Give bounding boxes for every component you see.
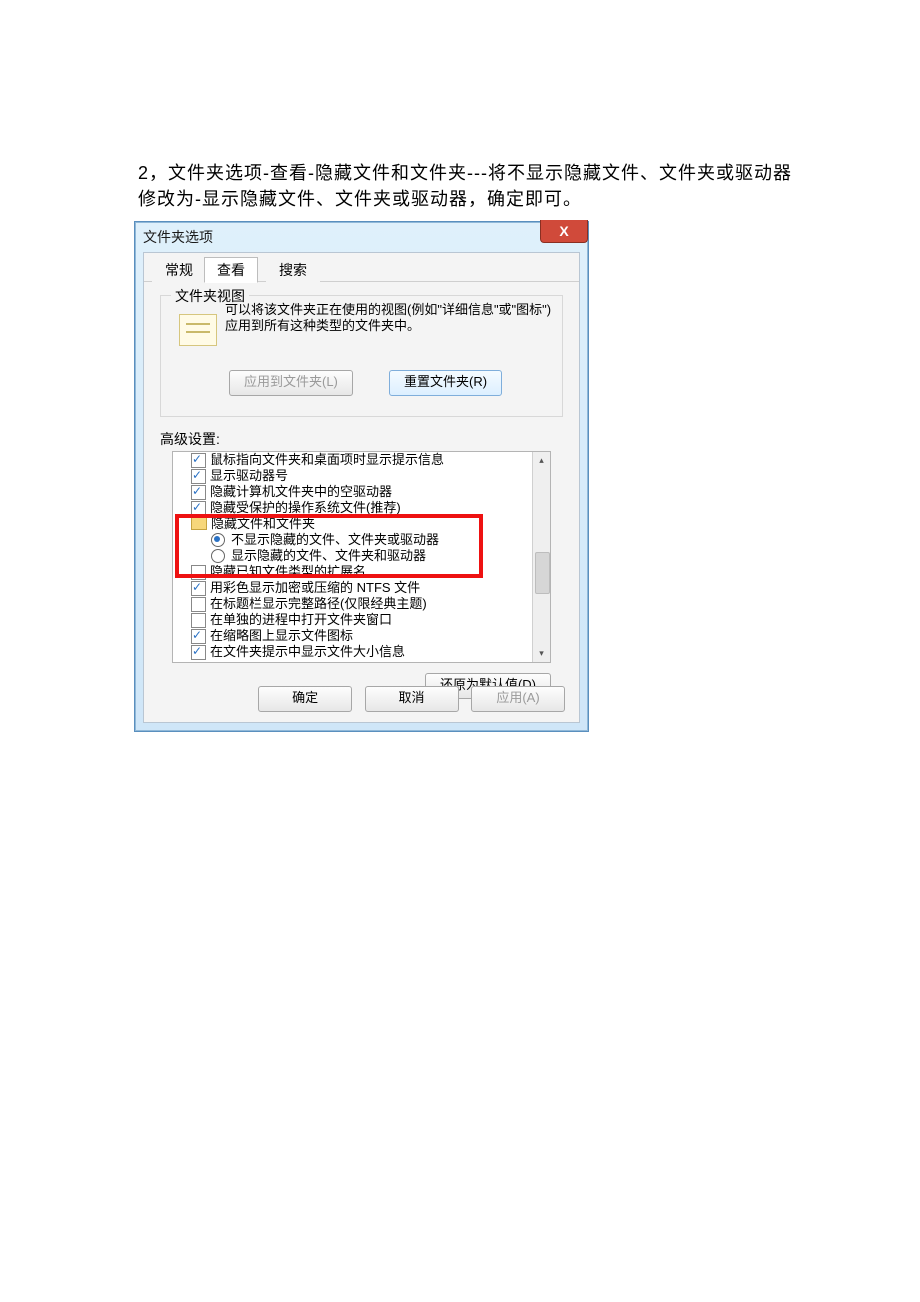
checkbox-icon[interactable] bbox=[191, 581, 206, 596]
tab-search[interactable]: 搜索 bbox=[266, 257, 320, 282]
radio-option-show[interactable]: 显示隐藏的文件、文件夹和驱动器 bbox=[173, 548, 532, 564]
tab-general[interactable]: 常规 bbox=[152, 257, 206, 282]
item-label: 在单独的进程中打开文件夹窗口 bbox=[210, 612, 392, 628]
item-label: 不显示隐藏的文件、文件夹或驱动器 bbox=[231, 532, 439, 548]
scroll-down-icon[interactable]: ▾ bbox=[533, 645, 550, 662]
radio-option-hide[interactable]: 不显示隐藏的文件、文件夹或驱动器 bbox=[173, 532, 532, 548]
list-item-group[interactable]: 隐藏文件和文件夹 bbox=[173, 516, 532, 532]
radio-icon[interactable] bbox=[211, 549, 225, 563]
checkbox-icon[interactable] bbox=[191, 469, 206, 484]
apply-to-folders-button[interactable]: 应用到文件夹(L) bbox=[229, 370, 353, 396]
item-label: 隐藏已知文件类型的扩展名 bbox=[210, 564, 366, 580]
checkbox-icon[interactable] bbox=[191, 453, 206, 468]
list-item[interactable]: 在单独的进程中打开文件夹窗口 bbox=[173, 612, 532, 628]
item-label: 用彩色显示加密或压缩的 NTFS 文件 bbox=[210, 580, 420, 596]
dialog-body: 常规 查看 搜索 文件夹视图 可以将该文件夹正在使用的视图(例如"详细信息"或"… bbox=[143, 252, 580, 723]
folder-views-description: 可以将该文件夹正在使用的视图(例如"详细信息"或"图标")应用到所有这种类型的文… bbox=[225, 302, 552, 334]
titlebar[interactable]: 文件夹选项 X bbox=[135, 222, 588, 250]
apply-button[interactable]: 应用(A) bbox=[471, 686, 565, 712]
folder-options-dialog: 文件夹选项 X 常规 查看 搜索 文件夹视图 可以将该文件夹正在使用的视图(例如… bbox=[134, 221, 589, 732]
list-item[interactable]: 显示驱动器号 bbox=[173, 468, 532, 484]
item-label: 隐藏文件和文件夹 bbox=[211, 516, 315, 532]
item-label: 在标题栏显示完整路径(仅限经典主题) bbox=[210, 596, 427, 612]
scroll-up-icon[interactable]: ▴ bbox=[533, 452, 550, 469]
checkbox-icon[interactable] bbox=[191, 565, 206, 580]
item-label: 鼠标指向文件夹和桌面项时显示提示信息 bbox=[210, 452, 444, 468]
list-item[interactable]: 隐藏计算机文件夹中的空驱动器 bbox=[173, 484, 532, 500]
scroll-thumb[interactable] bbox=[535, 552, 550, 594]
dialog-buttons: 确定 取消 应用(A) bbox=[250, 686, 565, 712]
list-item[interactable]: 在标题栏显示完整路径(仅限经典主题) bbox=[173, 596, 532, 612]
item-label: 在缩略图上显示文件图标 bbox=[210, 628, 353, 644]
item-label: 隐藏计算机文件夹中的空驱动器 bbox=[210, 484, 392, 500]
checkbox-icon[interactable] bbox=[191, 485, 206, 500]
close-button[interactable]: X bbox=[540, 220, 588, 243]
item-label: 在文件夹提示中显示文件大小信息 bbox=[210, 644, 405, 660]
list-item[interactable]: 隐藏已知文件类型的扩展名 bbox=[173, 564, 532, 580]
checkbox-icon[interactable] bbox=[191, 645, 206, 660]
ok-button[interactable]: 确定 bbox=[258, 686, 352, 712]
advanced-settings-list[interactable]: 鼠标指向文件夹和桌面项时显示提示信息 显示驱动器号 隐藏计算机文件夹中的空驱动器… bbox=[172, 451, 551, 663]
scrollbar[interactable]: ▴ ▾ bbox=[532, 452, 550, 662]
folder-views-group: 文件夹视图 可以将该文件夹正在使用的视图(例如"详细信息"或"图标")应用到所有… bbox=[160, 295, 563, 417]
dialog-title: 文件夹选项 bbox=[143, 227, 213, 247]
folder-icon bbox=[191, 517, 207, 530]
list-item[interactable]: 用彩色显示加密或压缩的 NTFS 文件 bbox=[173, 580, 532, 596]
checkbox-icon[interactable] bbox=[191, 501, 206, 516]
list-item[interactable]: 在缩略图上显示文件图标 bbox=[173, 628, 532, 644]
advanced-settings-label: 高级设置: bbox=[160, 429, 220, 449]
folder-views-icon bbox=[179, 314, 217, 346]
reset-folders-button[interactable]: 重置文件夹(R) bbox=[389, 370, 502, 396]
item-label: 隐藏受保护的操作系统文件(推荐) bbox=[210, 500, 401, 516]
list-item[interactable]: 在文件夹提示中显示文件大小信息 bbox=[173, 644, 532, 660]
tab-view[interactable]: 查看 bbox=[204, 257, 258, 283]
close-icon: X bbox=[559, 223, 568, 239]
list-item[interactable]: 隐藏受保护的操作系统文件(推荐) bbox=[173, 500, 532, 516]
checkbox-icon[interactable] bbox=[191, 597, 206, 612]
item-label: 显示驱动器号 bbox=[210, 468, 288, 484]
list-item[interactable]: 鼠标指向文件夹和桌面项时显示提示信息 bbox=[173, 452, 532, 468]
item-label: 显示隐藏的文件、文件夹和驱动器 bbox=[231, 548, 426, 564]
instruction-text: 2，文件夹选项-查看-隐藏文件和文件夹---将不显示隐藏文件、文件夹或驱动器修改… bbox=[138, 160, 798, 212]
radio-icon[interactable] bbox=[211, 533, 225, 547]
checkbox-icon[interactable] bbox=[191, 613, 206, 628]
cancel-button[interactable]: 取消 bbox=[365, 686, 459, 712]
tab-strip: 常规 查看 搜索 bbox=[144, 253, 579, 282]
checkbox-icon[interactable] bbox=[191, 629, 206, 644]
